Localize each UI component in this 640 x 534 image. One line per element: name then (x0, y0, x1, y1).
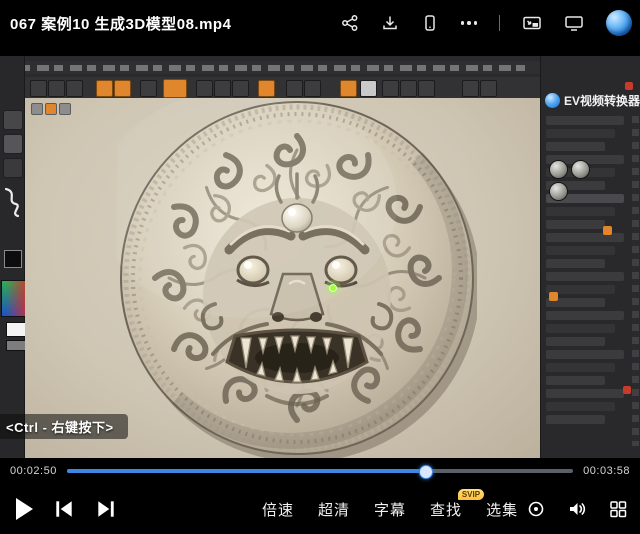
canvas-mini-icon (59, 103, 71, 115)
grid-layout-icon[interactable] (608, 499, 628, 519)
toolbar-button-active (258, 80, 275, 97)
seek-handle[interactable] (419, 465, 433, 479)
title-bar: 067 案例10 生成3D模型08.mp4 (0, 0, 640, 46)
feature-controls: 倍速 超清 字幕 查找 SVIP 选集 (262, 484, 518, 534)
toolbar-button-active (96, 80, 113, 97)
volume-icon[interactable] (566, 499, 588, 519)
quality-button[interactable]: 超清 (318, 499, 350, 520)
panel-scroll-strip (632, 116, 639, 446)
stroke-curve-icon (2, 186, 22, 218)
toolbar-button (66, 80, 83, 97)
cursor-dot (330, 285, 337, 292)
share-icon[interactable] (341, 14, 359, 32)
more-icon[interactable] (461, 21, 478, 25)
controls-bar: 倍速 超清 字幕 查找 SVIP 选集 (0, 484, 640, 534)
toolbar-button (480, 80, 497, 97)
user-avatar[interactable] (606, 10, 632, 36)
video-surface[interactable]: EV视频转换器 <Ctrl - 右键按下> (0, 56, 640, 458)
brush-tool-icon (3, 110, 23, 130)
toolbar-button (140, 80, 157, 97)
seek-bar[interactable] (67, 469, 573, 473)
toolbar-button (30, 80, 47, 97)
svip-badge: SVIP (458, 489, 484, 500)
toolbar-button (196, 80, 213, 97)
toolbar-button (214, 80, 231, 97)
concentric-circle-icon[interactable] (526, 499, 546, 519)
panel-orange-button (603, 226, 612, 235)
titlebar-actions (341, 0, 633, 46)
speed-button[interactable]: 倍速 (262, 499, 294, 520)
material-sphere-thumb (571, 160, 590, 179)
titlebar-divider (499, 15, 500, 31)
zbrush-menu-items (4, 65, 532, 71)
panel-orange-button (549, 292, 558, 301)
zbrush-canvas (25, 98, 540, 458)
current-time: 00:02:50 (10, 465, 57, 477)
toolbar-button (418, 80, 435, 97)
toolbar-button (462, 80, 479, 97)
watermark-text: EV视频转换器 (564, 92, 640, 109)
canvas-mini-icon (31, 103, 43, 115)
subtitle-button[interactable]: 字幕 (374, 499, 406, 520)
panel-red-button (623, 386, 631, 394)
mobile-device-icon[interactable] (421, 14, 439, 32)
toolbar-button (382, 80, 399, 97)
transport-controls (16, 484, 117, 534)
total-time: 00:03:58 (583, 465, 630, 477)
toolbar-button-active (163, 79, 187, 98)
seek-bar-played (67, 469, 429, 473)
dragon-relief-sculpture (117, 98, 477, 458)
progress-row: 00:02:50 00:03:58 (0, 458, 640, 484)
play-button[interactable] (16, 498, 33, 520)
zbrush-right-panel: EV视频转换器 (540, 56, 640, 458)
toolbar-button (400, 80, 417, 97)
canvas-mini-icon (45, 103, 57, 115)
brush-tool-icon (3, 158, 23, 178)
previous-button[interactable] (53, 498, 75, 520)
toolbar-button (360, 80, 377, 97)
next-button[interactable] (95, 498, 117, 520)
material-sphere-thumb (549, 182, 568, 201)
toolbar-button (232, 80, 249, 97)
play-icon (16, 498, 33, 520)
toolbar-button (304, 80, 321, 97)
download-icon[interactable] (381, 14, 399, 32)
brush-tool-icon (3, 134, 23, 154)
panel-red-button (625, 82, 633, 90)
zbrush-ui: EV视频转换器 <Ctrl - 右键按下> (0, 56, 640, 458)
watermark: EV视频转换器 (545, 92, 640, 109)
ev-logo-icon (545, 93, 560, 108)
toolbar-button-active (114, 80, 131, 97)
pip-icon[interactable] (522, 14, 542, 32)
find-button[interactable]: 查找 SVIP (430, 499, 462, 520)
toolbar-button (286, 80, 303, 97)
material-sphere-thumb (549, 160, 568, 179)
episodes-button[interactable]: 选集 (486, 499, 518, 520)
zbrush-left-toolbar (0, 56, 25, 458)
cast-screen-icon[interactable] (564, 14, 584, 32)
toolbar-button (48, 80, 65, 97)
right-controls (526, 484, 628, 534)
toolbar-button-active (340, 80, 357, 97)
alpha-swatch (4, 250, 22, 268)
keyboard-hint-overlay: <Ctrl - 右键按下> (0, 414, 128, 439)
video-player-window: 067 案例10 生成3D模型08.mp4 (0, 0, 640, 534)
video-title: 067 案例10 生成3D模型08.mp4 (10, 13, 231, 34)
